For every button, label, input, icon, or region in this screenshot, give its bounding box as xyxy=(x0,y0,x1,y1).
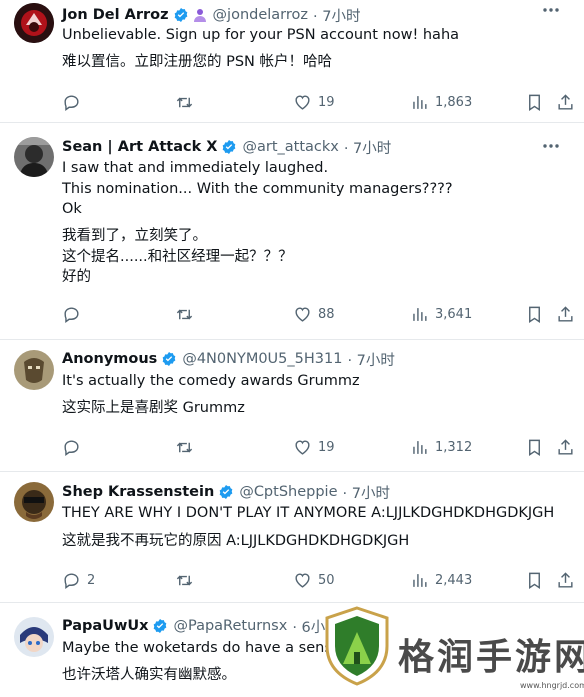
like-icon xyxy=(295,307,310,322)
reply-icon xyxy=(64,307,79,324)
retweet-button[interactable] xyxy=(175,93,200,112)
tweet-actions: 88 3,641 xyxy=(0,305,584,325)
user-handle[interactable]: @CptSheppie xyxy=(239,484,337,500)
display-name[interactable]: Anonymous xyxy=(62,351,157,367)
display-name[interactable]: PapaUwUx xyxy=(62,618,148,634)
share-icon[interactable] xyxy=(556,438,575,457)
bookmark-icon[interactable] xyxy=(525,93,544,112)
share-icon[interactable] xyxy=(556,93,575,112)
retweet-button[interactable] xyxy=(175,571,200,590)
watermark-logo xyxy=(323,606,391,686)
watermark-url: www.hngrjd.com xyxy=(520,681,584,690)
reply-button[interactable]: 2 xyxy=(62,571,95,590)
reply-button[interactable] xyxy=(62,305,87,324)
tweet-text-en: This nomination... With the community ma… xyxy=(62,181,453,197)
user-handle[interactable]: @art_attackx xyxy=(242,139,338,155)
timestamp[interactable]: · 7小时 xyxy=(343,482,390,503)
verified-icon xyxy=(152,618,168,634)
tweet-text-zh: 这实际上是喜剧奖 Grummz xyxy=(62,400,245,416)
like-button[interactable]: 88 xyxy=(293,305,335,324)
avatar[interactable] xyxy=(14,350,54,390)
share-icon[interactable] xyxy=(556,305,575,324)
views-icon xyxy=(413,574,427,587)
reply-icon xyxy=(64,440,79,457)
tweet-text-zh: 这就是我不再玩它的原因 A:LJJLKDGHDKDHGDKJGH xyxy=(62,533,410,549)
like-button[interactable]: 50 xyxy=(293,571,335,590)
user-handle[interactable]: @4N0NYM0U5_5H311 xyxy=(182,351,342,367)
like-icon xyxy=(295,440,310,455)
avatar[interactable] xyxy=(14,3,54,43)
tweet-text-en: Ok xyxy=(62,201,82,217)
avatar[interactable] xyxy=(14,137,54,177)
retweet-icon xyxy=(176,442,193,453)
bookmark-icon[interactable] xyxy=(525,305,544,324)
tweet-text-zh: 这个提名......和社区经理一起？？？ xyxy=(62,249,293,265)
tweet-text-en: I saw that and immediately laughed. xyxy=(62,160,329,176)
affiliate-icon xyxy=(192,7,208,23)
tweet-header: Sean | Art Attack X @art_attackx · 7小时 xyxy=(62,136,391,158)
tweet-2[interactable]: Sean | Art Attack X @art_attackx · 7小时 I… xyxy=(0,123,584,340)
reply-button[interactable] xyxy=(62,438,87,457)
watermark-text: 格润手游网 xyxy=(398,637,584,678)
verified-icon xyxy=(173,7,189,23)
tweet-text-zh: 我看到了，立刻笑了。 xyxy=(62,228,207,244)
share-icon[interactable] xyxy=(556,571,575,590)
bookmark-icon[interactable] xyxy=(525,571,544,590)
views-button[interactable]: 2,443 xyxy=(410,571,472,590)
user-handle[interactable]: @jondelarroz xyxy=(213,7,308,23)
verified-icon xyxy=(218,484,234,500)
views-icon xyxy=(413,308,427,321)
verified-icon xyxy=(221,139,237,155)
tweet-3[interactable]: Anonymous @4N0NYM0U5_5H311 · 7小时 It's ac… xyxy=(0,340,584,472)
tweet-header: Jon Del Arroz @jondelarroz · 7小时 xyxy=(62,4,360,26)
timestamp[interactable]: · 7小时 xyxy=(313,5,360,26)
like-icon xyxy=(295,573,310,588)
timestamp[interactable]: · 7小时 xyxy=(347,349,394,370)
display-name[interactable]: Sean | Art Attack X xyxy=(62,139,217,155)
retweet-button[interactable] xyxy=(175,438,200,457)
user-handle[interactable]: @PapaReturnsx xyxy=(173,618,287,634)
more-icon[interactable] xyxy=(540,2,562,16)
views-icon xyxy=(413,96,427,109)
tweet-text-en: It's actually the comedy awards Grummz xyxy=(62,373,360,389)
reply-button[interactable] xyxy=(62,93,87,112)
avatar[interactable] xyxy=(14,617,54,657)
like-button[interactable]: 19 xyxy=(293,438,335,457)
retweet-icon xyxy=(176,309,193,320)
views-button[interactable]: 3,641 xyxy=(410,305,472,324)
tweet-header: Shep Krassenstein @CptSheppie · 7小时 xyxy=(62,481,390,503)
bookmark-icon[interactable] xyxy=(525,438,544,457)
tweet-text-en: Unbelievable. Sign up for your PSN accou… xyxy=(62,27,460,43)
reply-icon xyxy=(64,573,79,590)
more-icon[interactable] xyxy=(540,138,562,152)
tweet-header: Anonymous @4N0NYM0U5_5H311 · 7小时 xyxy=(62,348,395,370)
retweet-button[interactable] xyxy=(175,305,200,324)
tweet-text-zh: 难以置信。立即注册您的 PSN 帐户！哈哈 xyxy=(62,54,333,70)
tweet-text-en: Maybe the woketards do have a sense xyxy=(62,640,341,656)
tweet-1[interactable]: Jon Del Arroz @jondelarroz · 7小时 Unbelie… xyxy=(0,0,584,123)
display-name[interactable]: Shep Krassenstein xyxy=(62,484,214,500)
reply-icon xyxy=(64,95,79,112)
tweet-actions: 19 1,863 xyxy=(0,93,584,113)
views-button[interactable]: 1,312 xyxy=(410,438,472,457)
timestamp[interactable]: · 7小时 xyxy=(344,137,391,158)
tweet-actions: 19 1,312 xyxy=(0,438,584,458)
verified-icon xyxy=(161,351,177,367)
tweet-4[interactable]: Shep Krassenstein @CptSheppie · 7小时 THEY… xyxy=(0,472,584,603)
tweet-text-en: THEY ARE WHY I DON'T PLAY IT ANYMORE A:L… xyxy=(62,505,555,521)
tweet-actions: 2 50 2,443 xyxy=(0,571,584,591)
display-name[interactable]: Jon Del Arroz xyxy=(62,7,169,23)
retweet-icon xyxy=(176,575,193,586)
retweet-icon xyxy=(176,97,193,108)
avatar[interactable] xyxy=(14,482,54,522)
like-button[interactable]: 19 xyxy=(293,93,335,112)
views-icon xyxy=(413,441,427,454)
views-button[interactable]: 1,863 xyxy=(410,93,472,112)
tweet-text-zh: 也许沃塔人确实有幽默感。 xyxy=(62,667,236,683)
tweet-header: PapaUwUx @PapaReturnsx · 6小时 xyxy=(62,615,340,637)
like-icon xyxy=(295,95,310,110)
tweet-text-zh: 好的 xyxy=(62,269,91,285)
